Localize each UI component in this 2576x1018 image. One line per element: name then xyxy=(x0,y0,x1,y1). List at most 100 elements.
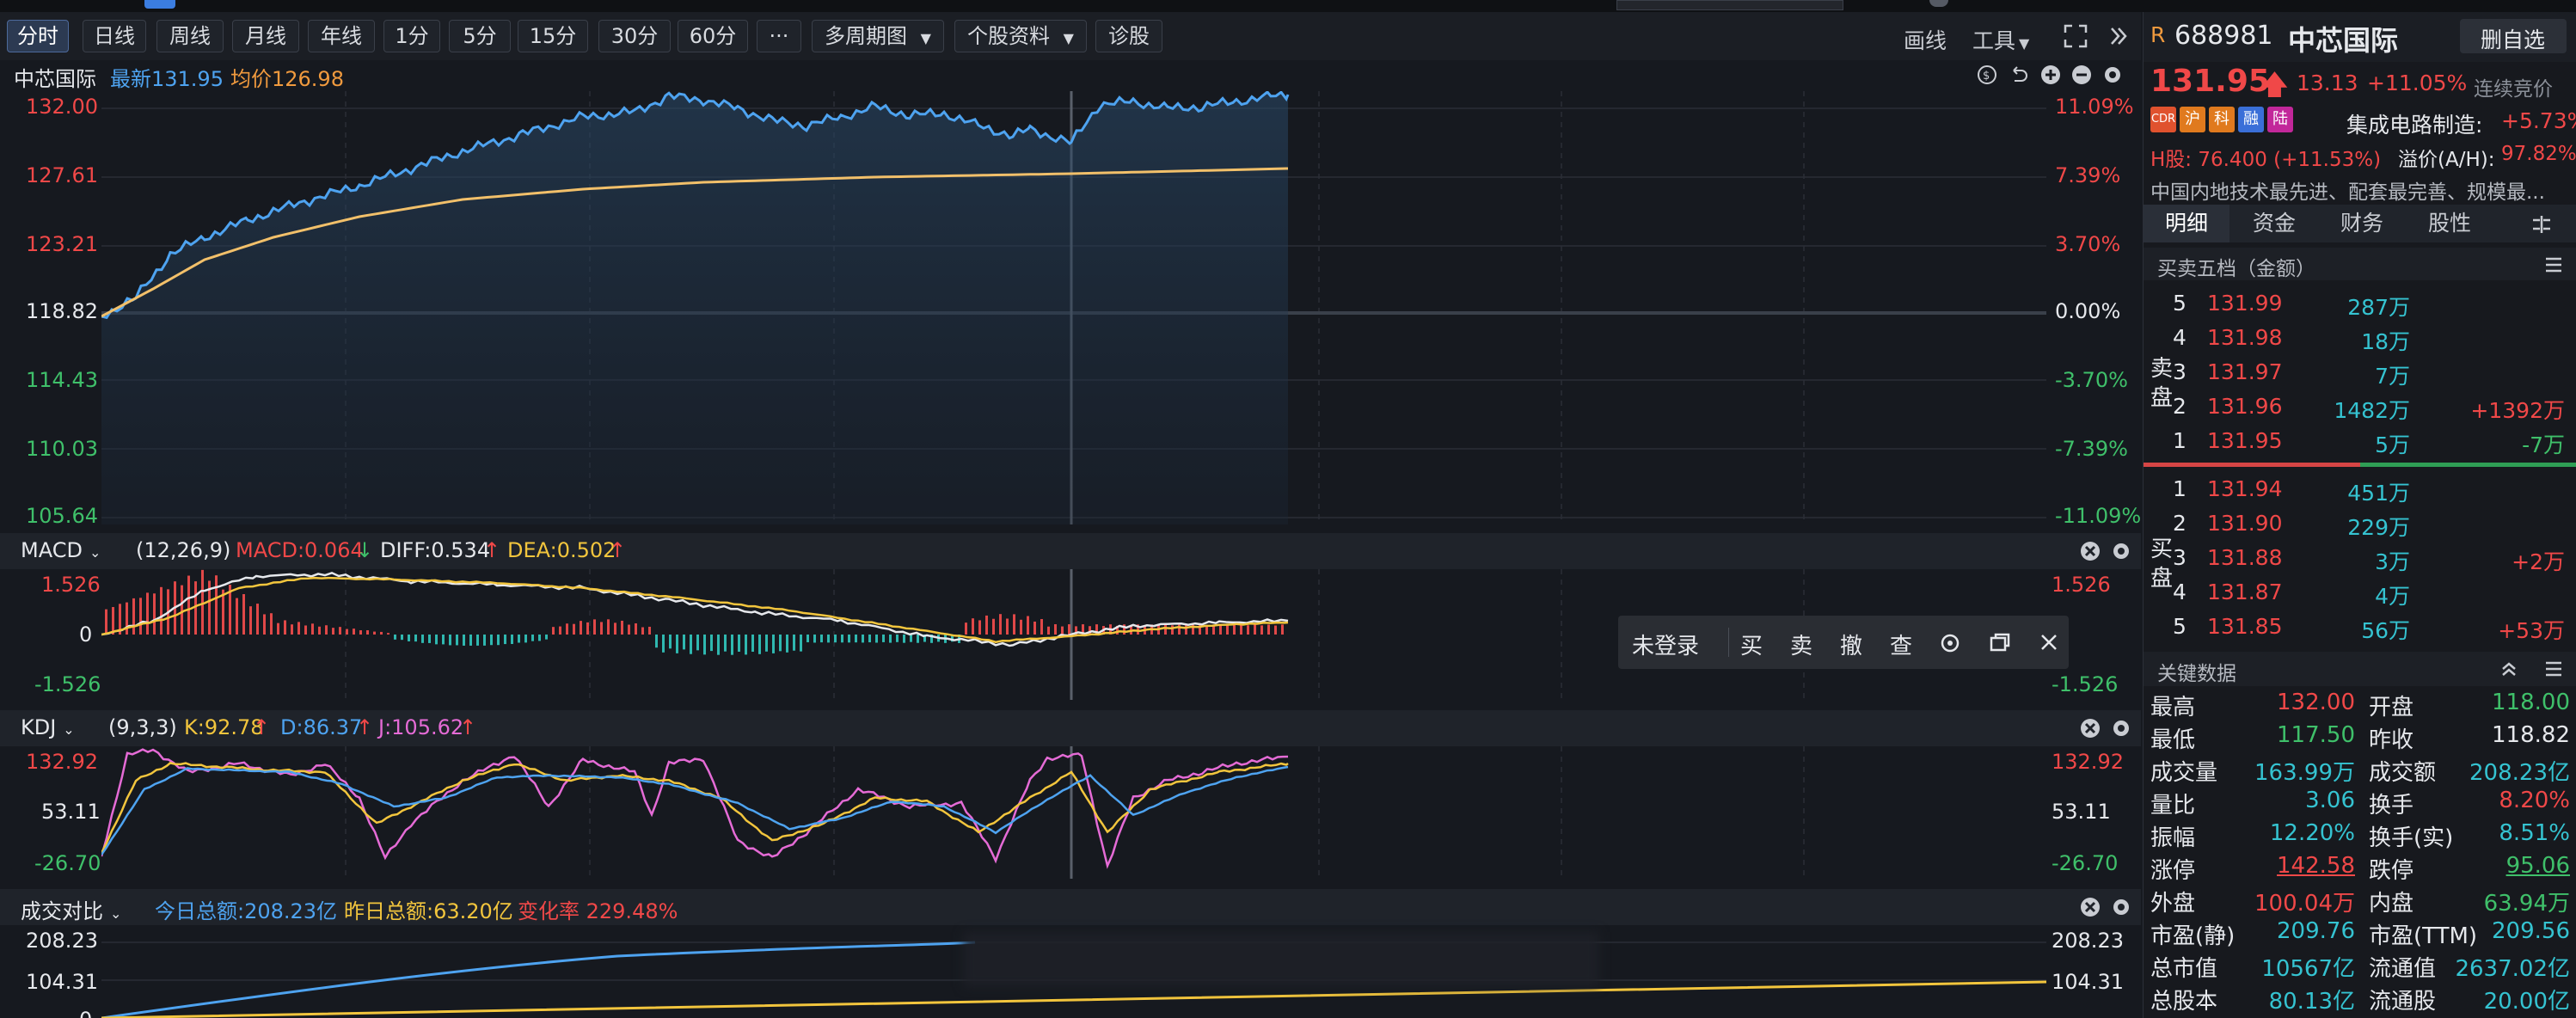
cancel-order-button[interactable]: 撤 xyxy=(1840,629,1862,660)
copyright-icon[interactable]: $ xyxy=(1976,64,1998,86)
settings-gear-icon[interactable] xyxy=(1938,631,1962,655)
h-share-price[interactable]: H股: 76.400 (+11.53%) xyxy=(2150,143,2381,172)
sh-badge[interactable]: 沪 xyxy=(2180,107,2205,132)
buy-row-3[interactable]: 3 131.88 3万 +2万 xyxy=(2144,540,2576,574)
zoom-out-icon[interactable] xyxy=(2070,64,2093,86)
collapse-panel-icon[interactable] xyxy=(2107,24,2131,48)
tab-finance[interactable]: 财务 xyxy=(2319,205,2405,242)
order-price: 131.99 xyxy=(2207,291,2283,316)
volume-compare-chart-area[interactable]: 208.23 104.31 0 208.23 104.31 xyxy=(0,925,2141,1018)
main-chart-area[interactable]: 132.00 127.61 123.21 118.82 114.43 110.0… xyxy=(0,91,2141,533)
buy-button[interactable]: 买 xyxy=(1740,629,1763,660)
kdj-indicator-dropdown[interactable]: KDJ ⌄ xyxy=(21,715,75,739)
collapse-up-icon[interactable] xyxy=(2499,660,2518,679)
more-options-icon[interactable]: ··· xyxy=(757,20,801,52)
user-avatar[interactable] xyxy=(1929,0,1948,7)
layout-split-icon[interactable] xyxy=(2530,213,2553,236)
buy-row-5[interactable]: 5 131.85 56万 +53万 xyxy=(2144,609,2576,643)
order-amount: 4万 xyxy=(2375,584,2410,609)
sell-orders: 卖 盘 5 131.99 287万 4 131.98 18万 3 131.97 7万 2 13… xyxy=(2144,285,2576,464)
settings-gear-icon[interactable] xyxy=(2110,717,2132,739)
tab-funds[interactable]: 资金 xyxy=(2231,205,2317,242)
query-button[interactable]: 查 xyxy=(1890,629,1912,660)
sector-name[interactable]: 集成电路制造: xyxy=(2346,108,2482,139)
tools-dropdown[interactable]: 工具 ▼ xyxy=(1972,24,2029,55)
period-button-daily[interactable]: 日线 xyxy=(83,20,146,52)
detail-tabs: 明细 资金 财务 股性 xyxy=(2144,205,2576,242)
kdj-chart-area[interactable]: 132.92 53.11 -26.70 132.92 53.11 -26.70 xyxy=(0,746,2141,879)
period-button-yearly[interactable]: 年线 xyxy=(308,20,375,52)
volume-compare-dropdown[interactable]: 成交对比 ⌄ xyxy=(21,894,121,924)
sell-row-3[interactable]: 3 131.97 7万 xyxy=(2144,354,2576,389)
search-box[interactable] xyxy=(1616,0,1843,10)
sell-row-5[interactable]: 5 131.99 287万 xyxy=(2144,285,2576,320)
period-button-30min[interactable]: 30分 xyxy=(598,20,671,52)
zoom-in-icon[interactable] xyxy=(2039,64,2062,86)
intraday-price-chart xyxy=(101,91,2046,524)
macd-bar xyxy=(992,618,995,635)
stock-info-dropdown[interactable]: 个股资料 ▼ xyxy=(954,20,1087,52)
kdj-tick: 53.11 xyxy=(41,800,101,824)
volume-tick: 0 xyxy=(79,1008,92,1018)
margin-badge[interactable]: 融 xyxy=(2238,107,2264,132)
macd-bar xyxy=(511,635,513,645)
macd-bar xyxy=(105,609,107,635)
period-button-1min[interactable]: 1分 xyxy=(383,20,440,52)
period-button-5min[interactable]: 5分 xyxy=(449,20,511,52)
buy-row-4[interactable]: 4 131.87 4万 xyxy=(2144,574,2576,609)
period-button-60min[interactable]: 60分 xyxy=(678,20,748,52)
macd-bar xyxy=(1013,614,1015,635)
buy-row-2[interactable]: 2 131.90 229万 xyxy=(2144,506,2576,540)
macd-bar xyxy=(469,635,472,646)
remove-watchlist-label: 删自选 xyxy=(2481,28,2546,52)
star-market-badge[interactable]: 科 xyxy=(2209,107,2235,132)
undo-icon[interactable] xyxy=(2007,64,2029,86)
latest-price-label: 最新131.95 xyxy=(110,67,224,91)
menu-icon[interactable] xyxy=(2544,660,2563,678)
menu-icon[interactable] xyxy=(2544,256,2563,273)
diagnose-button[interactable]: 诊股 xyxy=(1095,20,1162,52)
macd-bar xyxy=(1219,624,1222,635)
remove-watchlist-button[interactable]: 删自选 xyxy=(2460,19,2567,53)
tab-detail[interactable]: 明细 xyxy=(2144,205,2229,242)
order-level: 5 xyxy=(2173,291,2187,316)
kdj-tick-right: -26.70 xyxy=(2052,851,2119,875)
tab-stock-nature[interactable]: 股性 xyxy=(2407,205,2493,242)
cdr-badge[interactable]: CDR xyxy=(2150,107,2176,132)
macd-bar xyxy=(745,635,747,655)
key-data-label: 成交额 xyxy=(2369,760,2437,786)
close-icon[interactable] xyxy=(2038,631,2060,653)
settings-gear-icon[interactable] xyxy=(2110,896,2132,918)
macd-bar xyxy=(1033,621,1036,635)
macd-bar xyxy=(497,635,500,646)
period-button-15min[interactable]: 15分 xyxy=(518,20,588,52)
period-button-weekly[interactable]: 周线 xyxy=(156,20,224,52)
close-indicator-icon[interactable] xyxy=(2079,717,2101,739)
period-toolbar: 分时 日线 周线 月线 年线 1分 5分 15分 30分 60分 ··· 多周期… xyxy=(0,12,2141,61)
settings-gear-icon[interactable] xyxy=(2110,540,2132,562)
up-arrow-icon: ↑ xyxy=(253,715,271,739)
sell-row-1[interactable]: 1 131.95 5万 -7万 xyxy=(2144,423,2576,457)
login-status-button[interactable]: 未登录 xyxy=(1632,629,1699,660)
window-restore-icon[interactable] xyxy=(1988,631,2012,655)
sell-row-2[interactable]: 2 131.96 1482万 +1392万 xyxy=(2144,389,2576,423)
key-data-value[interactable]: 142.58 xyxy=(2229,853,2355,879)
y-tick-right: 7.39% xyxy=(2055,163,2121,187)
fullscreen-icon[interactable] xyxy=(2062,22,2089,50)
close-indicator-icon[interactable] xyxy=(2079,896,2101,918)
multi-period-dropdown[interactable]: 多周期图 ▼ xyxy=(812,20,944,52)
key-data-value[interactable]: 95.06 xyxy=(2453,853,2570,879)
period-button-fenshi[interactable]: 分时 xyxy=(7,20,69,52)
company-description[interactable]: 中国内地技术最先进、配套最完善、规模最... xyxy=(2150,175,2545,205)
buy-row-1[interactable]: 1 131.94 451万 xyxy=(2144,471,2576,506)
northbound-badge[interactable]: 陆 xyxy=(2267,107,2293,132)
draw-line-button[interactable]: 画线 xyxy=(1904,24,1947,55)
sell-row-4[interactable]: 4 131.98 18万 xyxy=(2144,320,2576,354)
period-button-monthly[interactable]: 月线 xyxy=(232,20,299,52)
close-indicator-icon[interactable] xyxy=(2079,540,2101,562)
settings-gear-icon[interactable] xyxy=(2101,64,2124,86)
sell-button[interactable]: 卖 xyxy=(1790,629,1812,660)
order-delta: -7万 xyxy=(2522,432,2565,457)
macd-indicator-dropdown[interactable]: MACD ⌄ xyxy=(21,538,101,562)
macd-bar xyxy=(263,614,266,635)
